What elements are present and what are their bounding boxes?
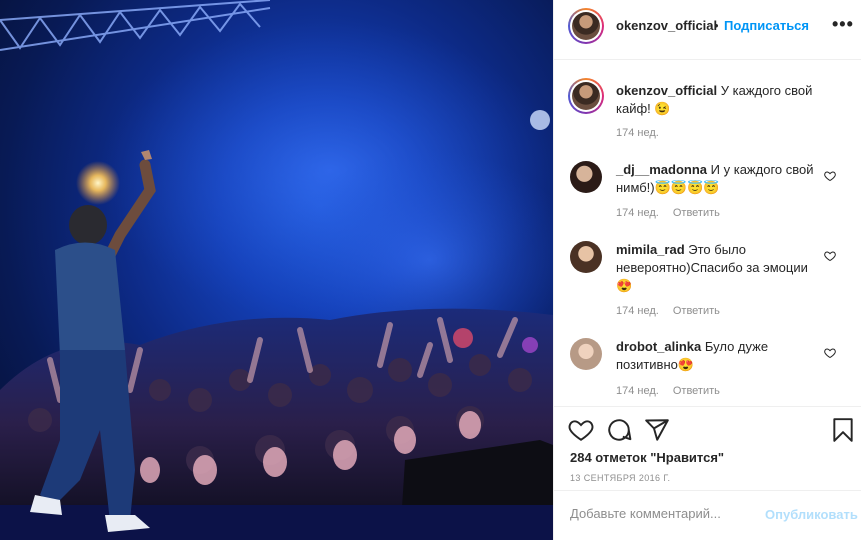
more-options-icon[interactable]: ••• <box>832 14 854 35</box>
comment-time[interactable]: 174 нед. <box>616 385 659 397</box>
comment-meta: 174 нед. Ответить <box>616 385 734 397</box>
heart-icon[interactable] <box>568 417 594 443</box>
likes-count[interactable]: 284 отметок "Нравится" <box>570 450 724 465</box>
commenter-avatar[interactable] <box>570 338 602 370</box>
commenter-avatar[interactable] <box>570 241 602 273</box>
share-icon[interactable] <box>644 417 670 443</box>
comment-meta: 174 нед. Ответить <box>616 207 734 219</box>
reply-button[interactable]: Ответить <box>673 385 720 397</box>
commenter-avatar[interactable] <box>570 161 602 193</box>
concert-image <box>0 0 553 540</box>
heart-icon[interactable] <box>824 347 836 359</box>
author-username[interactable]: okenzov_official <box>616 18 717 33</box>
comments-list[interactable]: okenzov_official У каждого свой кайф! 😉 … <box>554 61 861 406</box>
comment-time[interactable]: 174 нед. <box>616 207 659 219</box>
reply-button[interactable]: Ответить <box>673 305 720 317</box>
post-date: 13 СЕНТЯБРЯ 2016 Г. <box>570 473 671 483</box>
heart-icon[interactable] <box>824 170 836 182</box>
add-comment-bar: Опубликовать <box>554 490 861 540</box>
caption-meta: 174 нед. <box>616 127 673 139</box>
caption-username[interactable]: okenzov_official <box>616 83 717 98</box>
bookmark-icon[interactable] <box>830 417 856 443</box>
separator-dot: • <box>714 18 719 33</box>
comment-text: drobot_alinka Було дуже позитивно😍 <box>616 338 826 374</box>
comment-text: mimila_rad Это было невероятно)Спасибо з… <box>616 241 826 295</box>
comment-icon[interactable] <box>606 417 632 443</box>
author-avatar[interactable] <box>568 8 604 44</box>
caption-text: okenzov_official У каждого свой кайф! 😉 <box>616 82 826 118</box>
follow-button[interactable]: Подписаться <box>724 18 809 33</box>
publish-button[interactable]: Опубликовать <box>765 507 858 522</box>
post-actions: 284 отметок "Нравится" 13 СЕНТЯБРЯ 2016 … <box>554 406 861 498</box>
post-panel: okenzov_official • Подписаться ••• okenz… <box>553 0 861 540</box>
comment-text: _dj__madonna И у каждого свой нимб!)😇😇😇😇 <box>616 161 826 197</box>
comment-meta: 174 нед. Ответить <box>616 305 734 317</box>
comment-input[interactable] <box>570 506 760 521</box>
reply-button[interactable]: Ответить <box>673 207 720 219</box>
comment-username[interactable]: drobot_alinka <box>616 339 701 354</box>
post-header: okenzov_official • Подписаться ••• <box>554 0 861 60</box>
caption-avatar[interactable] <box>568 78 604 114</box>
heart-icon[interactable] <box>824 250 836 262</box>
comment-time[interactable]: 174 нед. <box>616 305 659 317</box>
comment-username[interactable]: _dj__madonna <box>616 162 707 177</box>
post-photo[interactable] <box>0 0 553 540</box>
caption-time[interactable]: 174 нед. <box>616 127 659 139</box>
comment-username[interactable]: mimila_rad <box>616 242 685 257</box>
